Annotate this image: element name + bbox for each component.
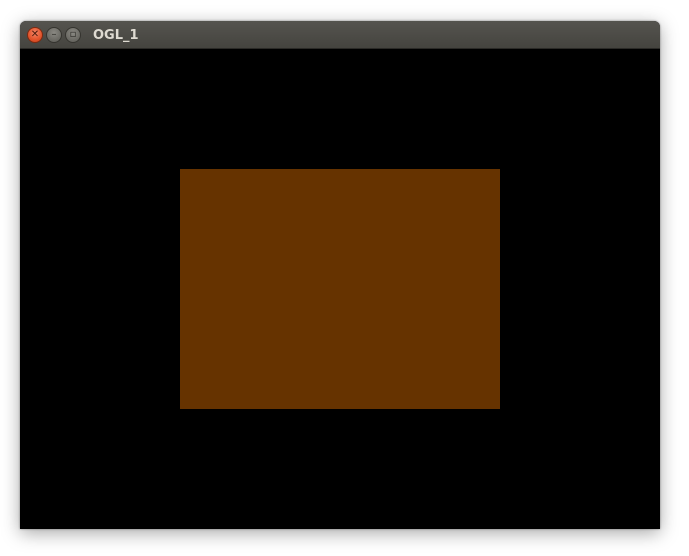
maximize-button[interactable]: ▫ bbox=[65, 27, 81, 43]
app-window: ✕ – ▫ OGL_1 bbox=[20, 21, 660, 529]
maximize-icon: ▫ bbox=[69, 29, 77, 40]
close-button[interactable]: ✕ bbox=[27, 27, 43, 43]
opengl-canvas[interactable] bbox=[20, 49, 660, 529]
window-title: OGL_1 bbox=[93, 28, 139, 43]
title-bar[interactable]: ✕ – ▫ OGL_1 bbox=[20, 21, 660, 49]
rendered-rectangle bbox=[180, 169, 500, 409]
minimize-icon: – bbox=[51, 29, 57, 40]
minimize-button[interactable]: – bbox=[46, 27, 62, 43]
close-icon: ✕ bbox=[30, 29, 40, 40]
